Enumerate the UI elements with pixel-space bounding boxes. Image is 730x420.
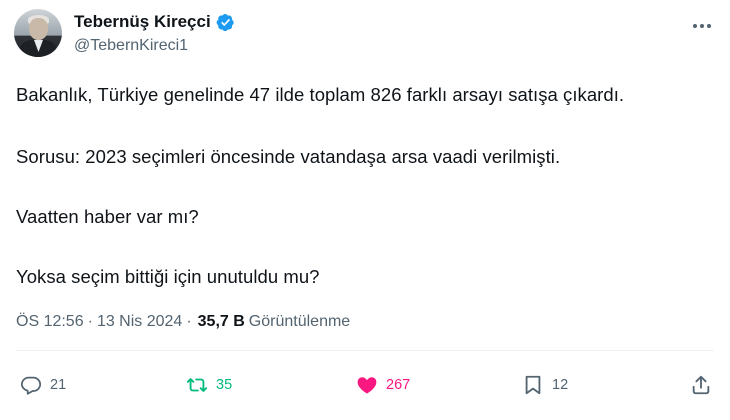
avatar-face <box>29 18 48 40</box>
meta-separator: · <box>87 313 93 330</box>
reply-icon <box>20 376 42 395</box>
like-button[interactable]: 267 <box>356 374 410 396</box>
share-icon <box>692 375 710 395</box>
retweet-button[interactable]: 35 <box>186 374 232 396</box>
reply-count: 21 <box>50 377 67 393</box>
verified-badge-icon <box>216 13 234 31</box>
tweet-card: Tebernüş Kireçci @TebernKireci1 Bakanlık… <box>0 0 730 420</box>
bookmark-count: 12 <box>552 377 569 393</box>
retweet-icon <box>186 378 208 392</box>
avatar[interactable] <box>14 9 62 57</box>
tweet-date[interactable]: 13 Nis 2024 <box>97 313 182 331</box>
author-display-name[interactable]: Tebernüş Kireçci <box>74 12 211 32</box>
tweet-paragraph-2: Sorusu: 2023 seçimleri öncesinde vatanda… <box>16 146 561 167</box>
tweet-time[interactable]: ÖS 12:56 <box>16 313 84 331</box>
views-label: Görüntülenme <box>248 313 351 330</box>
bookmark-icon <box>525 375 541 395</box>
tweet-meta: ÖS 12:56 · 13 Nis 2024 · 35,7 B Görüntül… <box>16 313 350 331</box>
author-name-row: Tebernüş Kireçci <box>74 12 235 32</box>
divider <box>16 350 714 351</box>
author-handle[interactable]: @TebernKireci1 <box>74 37 188 55</box>
tweet-paragraph-4: Yoksa seçim bittiği için unutuldu mu? <box>16 266 320 287</box>
tweet-paragraph-1: Bakanlık, Türkiye genelinde 47 ilde topl… <box>16 84 625 105</box>
retweet-count: 35 <box>216 377 233 393</box>
meta-separator-2: · <box>186 313 192 330</box>
reply-button[interactable]: 21 <box>20 374 66 396</box>
like-count: 267 <box>386 377 411 393</box>
views-count: 35,7 B <box>197 313 245 330</box>
bookmark-button[interactable]: 12 <box>522 374 568 396</box>
more-options-icon[interactable] <box>690 14 714 38</box>
tweet-paragraph-3: Vaatten haber var mı? <box>16 206 199 227</box>
share-button[interactable] <box>690 374 712 396</box>
heart-icon <box>357 377 377 394</box>
